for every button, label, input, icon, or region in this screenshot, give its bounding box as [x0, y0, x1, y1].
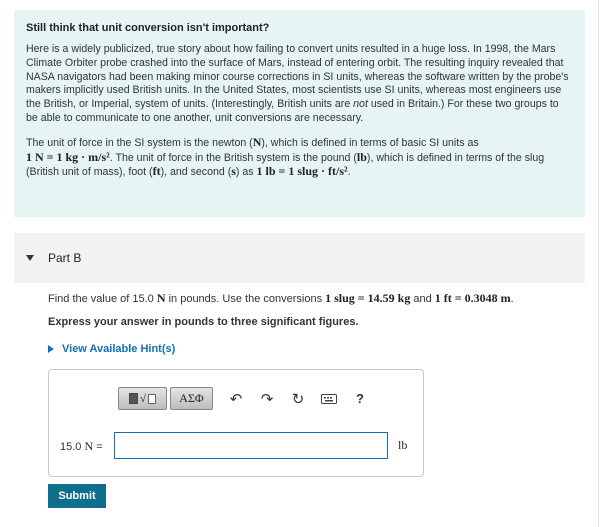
- intro-text: ), and second (: [160, 166, 232, 179]
- answer-unit: lb: [398, 438, 408, 452]
- intro-emphasis: not: [353, 98, 368, 111]
- intro-text: ) as: [235, 166, 257, 179]
- question-text: Find the value of 15.0 N in pounds. Use …: [48, 290, 588, 307]
- answer-instructions: Express your answer in pounds to three s…: [48, 316, 359, 328]
- redo-icon[interactable]: ↷: [256, 388, 278, 410]
- greek-symbols-button[interactable]: ΑΣΦ: [170, 387, 213, 410]
- templates-icon: [128, 393, 138, 404]
- lhs-equals: =: [93, 441, 103, 453]
- math-equation: 1 ft = 0.3048 m: [434, 291, 511, 305]
- answer-lhs: 15.0 N =: [60, 439, 103, 454]
- view-hints-link[interactable]: View Available Hint(s): [48, 343, 175, 355]
- question-segment: and: [410, 293, 435, 305]
- intro-heading: Still think that unit conversion isn't i…: [26, 22, 270, 34]
- math-toolbar: √ ΑΣΦ ↶ ↷ ↻ ?: [118, 387, 371, 410]
- expand-caret-icon: [48, 345, 54, 353]
- lhs-value: 15.0: [60, 441, 85, 453]
- question-segment: .: [510, 293, 514, 305]
- intro-text: .: [347, 166, 351, 179]
- math-symbol: lb: [356, 149, 367, 164]
- lhs-unit: N: [84, 439, 94, 453]
- sqrt-icon: √: [139, 392, 147, 405]
- intro-panel: Still think that unit conversion isn't i…: [14, 10, 585, 217]
- math-equation: 1 slug = 14.59 kg: [325, 291, 411, 305]
- answer-input[interactable]: [114, 432, 388, 459]
- math-symbol: ft: [152, 164, 161, 179]
- right-divider: [598, 0, 610, 527]
- intro-paragraph-2: The unit of force in the SI system is th…: [26, 135, 573, 180]
- question-segment: in pounds. Use the conversions: [165, 293, 326, 305]
- collapse-caret-icon[interactable]: [26, 255, 34, 261]
- intro-paragraph-1: Here is a widely publicized, true story …: [26, 43, 573, 126]
- part-b-header[interactable]: Part B: [14, 233, 585, 283]
- answer-box: √ ΑΣΦ ↶ ↷ ↻ ? 15.0 N = lb: [48, 369, 424, 477]
- math-equation: 1 lb = 1 slug · ft/s²: [256, 164, 348, 179]
- template-box-icon: [148, 393, 157, 404]
- intro-text: . The unit of force in the British syste…: [109, 151, 357, 164]
- intro-text: The unit of force in the SI system is th…: [26, 136, 253, 149]
- templates-button[interactable]: √: [118, 387, 167, 410]
- part-b-label: Part B: [48, 251, 82, 265]
- submit-button[interactable]: Submit: [48, 484, 106, 508]
- help-button[interactable]: ?: [349, 388, 371, 410]
- intro-text: ), which is defined in terms of basic SI…: [261, 136, 479, 149]
- math-equation: 1 N = 1 kg · m/s²: [26, 149, 110, 164]
- reset-icon[interactable]: ↻: [287, 388, 309, 410]
- undo-icon[interactable]: ↶: [225, 388, 247, 410]
- question-segment: Find the value of 15.0: [48, 293, 157, 305]
- math-symbol: N: [156, 291, 166, 305]
- view-hints-label[interactable]: View Available Hint(s): [62, 343, 175, 355]
- keyboard-icon[interactable]: [318, 388, 340, 410]
